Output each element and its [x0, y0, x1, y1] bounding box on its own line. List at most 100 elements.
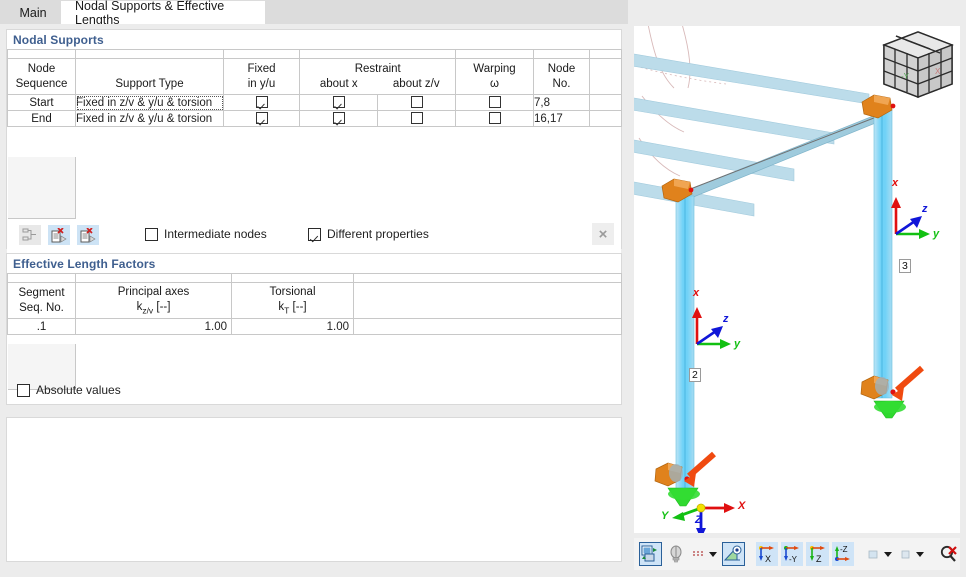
- col-fixed-line1: Fixed: [247, 63, 275, 75]
- view-cube-face-right: X: [935, 67, 941, 76]
- svg-text:Z: Z: [816, 554, 822, 564]
- zoom-dropdown[interactable]: [865, 542, 894, 566]
- global-axes-triad: [672, 503, 735, 533]
- tab-nodal-supports-effective-lengths[interactable]: Nodal Supports & Effective Lengths: [61, 1, 265, 24]
- model-canvas[interactable]: -Y X 2 3 x y z x y z X Y Z: [634, 26, 960, 533]
- col-elf-filler: [354, 283, 622, 319]
- col-node-no-line1: Node: [548, 63, 576, 75]
- rfem-nodal-supports-dialog: Main Nodal Supports & Effective Lengths …: [0, 0, 966, 577]
- line-style-dropdown[interactable]: [690, 542, 719, 566]
- col-support-type-label: Support Type: [76, 77, 223, 91]
- checkbox-restraint-about-zv[interactable]: [411, 96, 423, 108]
- left-panel: Nodal Supports: [0, 24, 628, 577]
- row-0-support-type[interactable]: Fixed in z/v & y/u & torsion: [76, 95, 224, 111]
- col-torsional-line1: Torsional: [269, 286, 315, 298]
- col-torsional[interactable]: Torsional kT [--]: [232, 283, 354, 319]
- delete-all-rows-glyph: [80, 228, 97, 243]
- row-1-restraint-x[interactable]: [300, 111, 378, 127]
- box-dropdown[interactable]: [897, 542, 926, 566]
- chevron-down-icon[interactable]: [884, 552, 892, 557]
- different-properties-option[interactable]: Different properties: [308, 227, 429, 241]
- local-axis-z-label-member3: z: [922, 203, 928, 215]
- checkbox-restraint-about-x[interactable]: [333, 112, 345, 124]
- chevron-down-icon[interactable]: [709, 552, 717, 557]
- render-mode-glyph: [641, 545, 659, 563]
- view-visibility-glyph: [723, 545, 743, 563]
- view-in-negative-y-icon[interactable]: -Y: [781, 542, 803, 566]
- row-0-fixed-yu[interactable]: [224, 95, 300, 111]
- intermediate-nodes-option[interactable]: Intermediate nodes: [145, 227, 267, 241]
- table-row[interactable]: End Fixed in z/v & y/u & torsion 16,17: [8, 111, 622, 127]
- col-principal-axes[interactable]: Principal axes kz/v [--]: [76, 283, 232, 319]
- effective-length-factors-title: Effective Length Factors: [13, 257, 155, 271]
- col-principal-subscript: z/v: [142, 305, 153, 315]
- view-visibility-icon[interactable]: [722, 542, 745, 566]
- absolute-values-checkbox[interactable]: [17, 384, 30, 397]
- close-nodal-supports-button[interactable]: ×: [592, 223, 614, 245]
- row-0-sequence[interactable]: Start: [8, 95, 76, 111]
- edit-list-glyph: [22, 228, 38, 242]
- tab-main[interactable]: Main: [5, 1, 61, 24]
- row-0-restraint-x[interactable]: [300, 95, 378, 111]
- elf-header-row: Segment Seq. No. Principal axes kz/v [--…: [8, 283, 622, 319]
- local-axis-x-label-member3: x: [892, 177, 898, 189]
- view-cube-face-left: -Y: [901, 72, 910, 81]
- row-0-warping[interactable]: [456, 95, 534, 111]
- tabstrip: Main Nodal Supports & Effective Lengths: [0, 0, 628, 24]
- absolute-values-option[interactable]: Absolute values: [17, 383, 121, 397]
- table-row[interactable]: .1 1.00 1.00: [8, 319, 622, 335]
- nodal-supports-table[interactable]: Node Sequence Support Type Fixed in y/u …: [7, 49, 622, 127]
- table-row[interactable]: Start Fixed in z/v & y/u & torsion 7,8: [8, 95, 622, 111]
- edit-list-icon[interactable]: [19, 225, 41, 245]
- view-in-x-glyph: X: [756, 544, 778, 564]
- row-1-restraint-zv[interactable]: [378, 111, 456, 127]
- reset-view-icon[interactable]: [938, 542, 960, 566]
- view-in-z-icon[interactable]: Z: [806, 542, 828, 566]
- col-fixed-in-yu[interactable]: Fixed in y/u: [224, 59, 300, 95]
- view-cube-icon: -Y X: [884, 32, 952, 97]
- chevron-down-icon[interactable]: [916, 552, 924, 557]
- checkbox-warping[interactable]: [489, 112, 501, 124]
- row-1-support-type[interactable]: Fixed in z/v & y/u & torsion: [76, 111, 224, 127]
- row-1-node-no[interactable]: 16,17: [534, 111, 590, 127]
- row-1-sequence[interactable]: End: [8, 111, 76, 127]
- view-in-x-icon[interactable]: X: [756, 542, 778, 566]
- col-node-sequence[interactable]: Node Sequence: [8, 59, 76, 95]
- elf-row-0-kt[interactable]: 1.00: [232, 319, 354, 335]
- col-support-type[interactable]: Support Type: [76, 59, 224, 95]
- member-label-2[interactable]: 2: [689, 368, 701, 382]
- local-axis-x-label-member2: x: [693, 287, 699, 299]
- row-0-node-no[interactable]: 7,8: [534, 95, 590, 111]
- tab-main-label: Main: [19, 6, 46, 20]
- checkbox-fixed-yu[interactable]: [256, 112, 268, 124]
- col-node-no-line2: No.: [534, 77, 589, 91]
- checkbox-restraint-about-x[interactable]: [333, 96, 345, 108]
- different-properties-checkbox[interactable]: [308, 228, 321, 241]
- row-1-fixed-yu[interactable]: [224, 111, 300, 127]
- member-label-3[interactable]: 3: [899, 259, 911, 273]
- col-node-no[interactable]: Node No.: [534, 59, 590, 95]
- lighting-icon[interactable]: [665, 542, 687, 566]
- row-1-warping[interactable]: [456, 111, 534, 127]
- intermediate-nodes-checkbox[interactable]: [145, 228, 158, 241]
- checkbox-restraint-about-zv[interactable]: [411, 112, 423, 124]
- delete-row-icon[interactable]: [48, 225, 70, 245]
- col-warping[interactable]: Warping ω: [456, 59, 534, 95]
- col-segment-seq-no[interactable]: Segment Seq. No.: [8, 283, 76, 319]
- checkbox-fixed-yu[interactable]: [256, 96, 268, 108]
- elf-row-0-kzv[interactable]: 1.00: [76, 319, 232, 335]
- checkbox-warping[interactable]: [489, 96, 501, 108]
- local-axis-y-label-member3: y: [933, 228, 939, 240]
- delete-all-rows-icon[interactable]: [77, 225, 99, 245]
- view-in-z-glyph: Z: [807, 544, 829, 564]
- col-torsional-line2: kT [--]: [232, 300, 353, 316]
- col-restraint-about-x-label: about x: [300, 77, 378, 91]
- global-axis-x-label: X: [738, 500, 745, 512]
- effective-length-factors-table[interactable]: Segment Seq. No. Principal axes kz/v [--…: [7, 273, 622, 335]
- row-0-restraint-zv[interactable]: [378, 95, 456, 111]
- elf-row-0-seq[interactable]: .1: [8, 319, 76, 335]
- render-mode-icon[interactable]: [639, 542, 662, 566]
- view-in-negative-z-icon[interactable]: -Z: [832, 542, 854, 566]
- col-restraint-about-x[interactable]: Restraint about x: [300, 59, 378, 95]
- global-axis-z-label: Z: [695, 514, 702, 526]
